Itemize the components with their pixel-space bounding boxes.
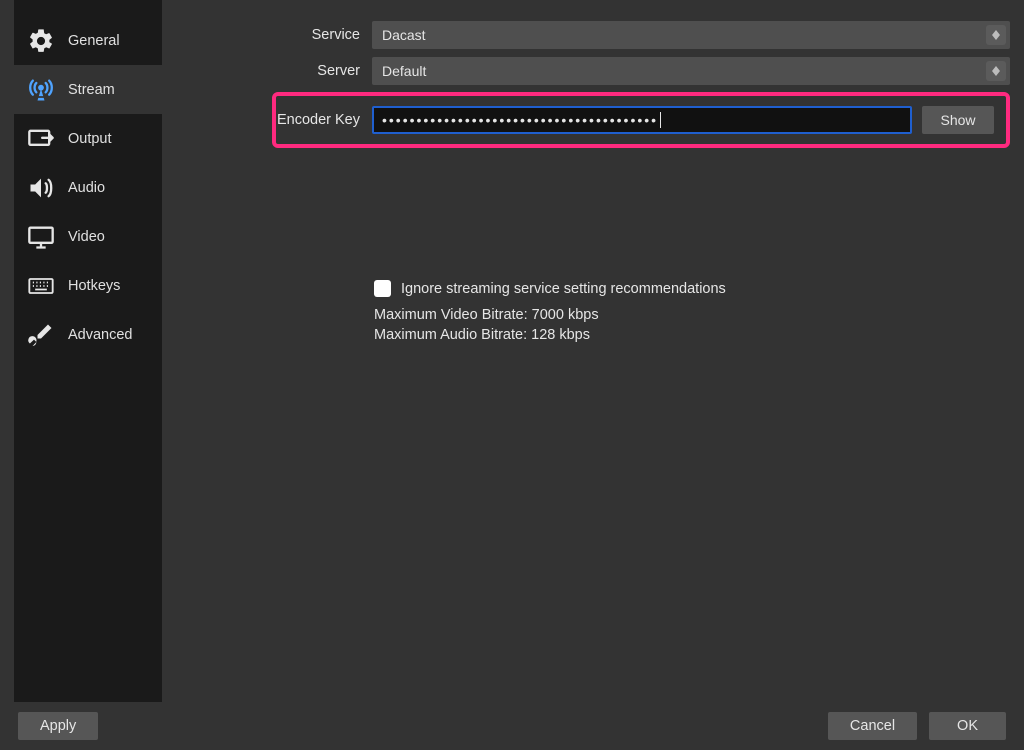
apply-button[interactable]: Apply: [18, 712, 98, 740]
ignore-recommendations-label: Ignore streaming service setting recomme…: [401, 281, 726, 297]
sidebar-item-output[interactable]: Output: [14, 114, 162, 163]
sidebar-item-general[interactable]: General: [14, 16, 162, 65]
sidebar-item-label: Video: [68, 229, 105, 245]
sidebar-item-hotkeys[interactable]: Hotkeys: [14, 261, 162, 310]
encoder-key-value: ••••••••••••••••••••••••••••••••••••••••: [382, 112, 658, 128]
updown-icon: [986, 61, 1006, 81]
settings-sidebar: General Stream Output: [14, 0, 162, 702]
updown-icon: [986, 25, 1006, 45]
cancel-button[interactable]: Cancel: [828, 712, 917, 740]
sidebar-item-label: Stream: [68, 82, 115, 98]
text-caret: [660, 112, 661, 128]
sidebar-item-advanced[interactable]: Advanced: [14, 310, 162, 359]
checkbox-icon: [374, 280, 391, 297]
service-value: Dacast: [382, 27, 426, 43]
monitor-icon: [24, 220, 58, 254]
recommendations-area: Ignore streaming service setting recomme…: [374, 280, 1010, 345]
dialog-footer: Apply Cancel OK: [0, 702, 1024, 750]
tools-icon: [24, 318, 58, 352]
sidebar-item-audio[interactable]: Audio: [14, 163, 162, 212]
max-audio-bitrate: Maximum Audio Bitrate: 128 kbps: [374, 325, 1010, 345]
sidebar-item-label: Audio: [68, 180, 105, 196]
ignore-recommendations-checkbox[interactable]: Ignore streaming service setting recomme…: [374, 280, 1010, 297]
sidebar-item-label: Output: [68, 131, 112, 147]
sidebar-item-video[interactable]: Video: [14, 212, 162, 261]
output-icon: [24, 122, 58, 156]
max-video-bitrate: Maximum Video Bitrate: 7000 kbps: [374, 305, 1010, 325]
service-select[interactable]: Dacast: [372, 21, 1010, 49]
sidebar-item-stream[interactable]: Stream: [14, 65, 162, 114]
stream-settings-panel: Service Dacast Server Default Encoder Ke…: [162, 0, 1024, 345]
speaker-icon: [24, 171, 58, 205]
service-label: Service: [162, 27, 372, 43]
server-label: Server: [162, 63, 372, 79]
server-select[interactable]: Default: [372, 57, 1010, 85]
sidebar-item-label: Advanced: [68, 327, 133, 343]
encoder-key-label: Encoder Key: [276, 112, 372, 128]
ok-button[interactable]: OK: [929, 712, 1006, 740]
antenna-icon: [24, 73, 58, 107]
sidebar-item-label: General: [68, 33, 120, 49]
gear-icon: [24, 24, 58, 58]
keyboard-icon: [24, 269, 58, 303]
show-button[interactable]: Show: [922, 106, 994, 134]
encoder-key-input[interactable]: ••••••••••••••••••••••••••••••••••••••••: [372, 106, 912, 134]
sidebar-item-label: Hotkeys: [68, 278, 120, 294]
server-value: Default: [382, 63, 426, 79]
encoder-key-highlight: Encoder Key ••••••••••••••••••••••••••••…: [272, 92, 1010, 148]
